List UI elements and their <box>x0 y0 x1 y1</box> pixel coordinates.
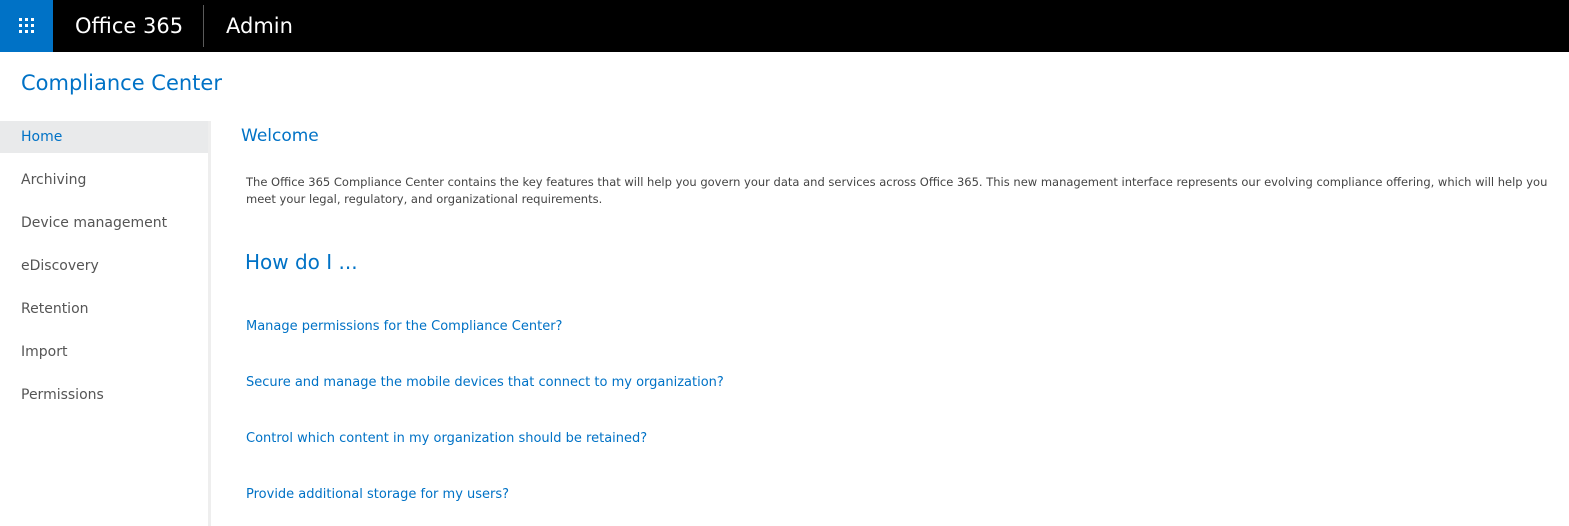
sidebar-item-archiving[interactable]: Archiving <box>0 164 208 196</box>
sidebar-divider <box>208 121 211 526</box>
intro-paragraph: The Office 365 Compliance Center contain… <box>246 175 1548 206</box>
top-navigation-bar: Office 365 Admin <box>0 0 1569 52</box>
sidebar-item-import[interactable]: Import <box>0 336 208 368</box>
sidebar-item-retention[interactable]: Retention <box>0 293 208 325</box>
app-title[interactable]: Admin <box>226 12 293 40</box>
header-divider <box>203 5 204 47</box>
additional-storage-link[interactable]: Provide additional storage for my users? <box>246 485 509 505</box>
mobile-devices-link[interactable]: Secure and manage the mobile devices tha… <box>246 373 724 393</box>
app-launcher-waffle-icon <box>19 18 34 33</box>
app-launcher-button[interactable] <box>0 0 53 52</box>
page-title: Compliance Center <box>21 71 222 95</box>
suite-title-link[interactable]: Office 365 <box>75 12 183 40</box>
manage-permissions-link[interactable]: Manage permissions for the Compliance Ce… <box>246 317 562 337</box>
sidebar-item-ediscovery[interactable]: eDiscovery <box>0 250 208 282</box>
sidebar-item-home[interactable]: Home <box>0 121 208 153</box>
how-do-i-heading: How do I ... <box>245 250 358 274</box>
sidebar-item-permissions[interactable]: Permissions <box>0 379 208 411</box>
content-retention-link[interactable]: Control which content in my organization… <box>246 429 647 449</box>
left-navigation: Home Archiving Device management eDiscov… <box>0 121 208 526</box>
welcome-heading: Welcome <box>241 126 319 146</box>
sidebar-item-device-management[interactable]: Device management <box>0 207 208 239</box>
